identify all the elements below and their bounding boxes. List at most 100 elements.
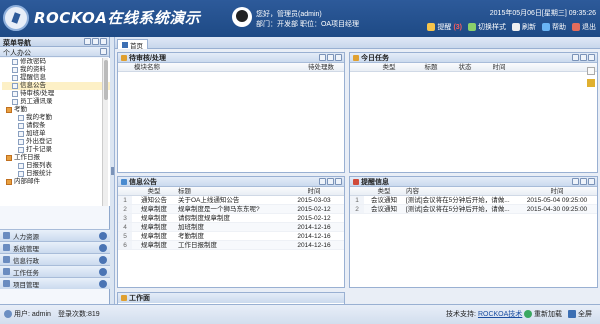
support-link[interactable]: ROCKOA技术 (478, 309, 522, 319)
panel-refresh-icon[interactable] (580, 54, 587, 61)
menu-item[interactable]: 修改密码 (2, 58, 110, 66)
table-row[interactable]: 5 规章制度 考勤制度 2014-12-16 (118, 232, 344, 241)
table-row[interactable]: 1 通知公告 关于OA上线通知公告 2015-03-03 (118, 196, 344, 205)
panel-up-icon[interactable] (572, 178, 579, 185)
page-icon (12, 99, 18, 105)
menu-item[interactable]: 日报列表 (2, 162, 110, 170)
tab-home[interactable]: 首页 (117, 39, 148, 50)
menu-item[interactable]: 我的资料 (2, 66, 110, 74)
toolbar-label: 切换样式 (478, 24, 506, 31)
table-cell: 2015-02-12 (297, 215, 331, 222)
table-cell: 规章制度 (141, 206, 167, 213)
col-time[interactable]: 时间 (284, 187, 344, 195)
expand-arrow-icon[interactable] (99, 256, 107, 264)
menu-item-label: 员工通讯录 (20, 98, 53, 105)
folder-icon (6, 179, 12, 185)
menu-item-label: 考勤 (14, 106, 27, 113)
table-row[interactable]: 4 规章制度 加班制度 2014-12-16 (118, 223, 344, 232)
menu-item[interactable]: 内部邮件 (2, 178, 110, 186)
panel-notices: 信息公告 类型 标题 时间 1 通知公告 关于OA上线通知公告 2015-03-03 2… (117, 176, 345, 288)
col-title[interactable]: 标题 (176, 187, 284, 195)
col-status[interactable]: 状态 (448, 63, 482, 71)
sidebar-group[interactable]: 系统管理 (0, 241, 110, 253)
menu-item[interactable]: 提醒信息 (2, 74, 110, 82)
expand-arrow-icon[interactable] (99, 280, 107, 288)
sidebar-group[interactable]: 人力资源 (0, 229, 110, 241)
refresh-icon[interactable] (92, 38, 99, 45)
menu-item[interactable]: 工作日报 (2, 154, 110, 162)
panel-up-icon[interactable] (319, 54, 326, 61)
sidebar-group[interactable]: 工作任务 (0, 265, 110, 277)
toolbar-icon (468, 23, 476, 31)
panel-refresh-icon[interactable] (580, 178, 587, 185)
col-type[interactable]: 类型 (364, 63, 414, 71)
col-time[interactable]: 时间 (482, 63, 516, 71)
panel-up-icon[interactable] (319, 178, 326, 185)
page-icon (12, 67, 18, 73)
sidebar-group[interactable]: 信息行政 (0, 253, 110, 265)
col-type[interactable]: 类型 (132, 187, 176, 195)
sidebar-group[interactable]: 项目管理 (0, 277, 110, 289)
menu-item[interactable]: 加班单 (2, 130, 110, 138)
collapse-handle-icon[interactable] (111, 167, 114, 175)
toolbar-button-0[interactable]: 提醒 (3) (427, 22, 462, 32)
collapse-icon[interactable] (84, 38, 91, 45)
task-list-icon[interactable] (587, 67, 595, 75)
panel-close-icon[interactable] (335, 54, 342, 61)
page-icon (12, 83, 18, 89)
datetime-display: 2015年05月06日[星期三] 09:35:26 (489, 10, 596, 17)
menu-item[interactable]: 待审核/处理 (2, 90, 110, 98)
expand-arrow-icon[interactable] (99, 244, 107, 252)
panel-refresh-icon[interactable] (327, 54, 334, 61)
table-cell: 2014-12-16 (297, 224, 331, 231)
toolbar-label: 刷新 (522, 24, 536, 31)
expand-icon[interactable] (100, 38, 107, 45)
menu-item[interactable]: 请假条 (2, 122, 110, 130)
table-row[interactable]: 2 会议通知 [测试]会议将在5分钟后开始，请做... 2015-04-30 09:2… (350, 205, 597, 214)
col-time[interactable]: 时间 (518, 187, 596, 195)
menu-item[interactable]: 员工通讯录 (2, 98, 110, 106)
menu-item[interactable]: 外出登记 (2, 138, 110, 146)
menu-item[interactable]: 我的考勤 (2, 114, 110, 122)
table-cell: 2014-12-16 (297, 233, 331, 240)
toolbar-button-1[interactable]: 切换样式 (468, 22, 506, 32)
menu-item[interactable]: 考勤 (2, 106, 110, 114)
fullscreen-button[interactable]: 全屏 (568, 309, 592, 319)
table-row[interactable]: 2 规章制度 规章制度是一个狮马东东呢? 2015-02-12 (118, 205, 344, 214)
menu-item-label: 日报统计 (26, 170, 52, 177)
tree-scrollbar[interactable] (102, 58, 108, 206)
menu-item[interactable]: 信息公告 (2, 82, 110, 90)
task-note-icon[interactable] (587, 79, 595, 87)
table-row[interactable]: 1 会议通知 [测试]会议将在5分钟后开始，请做... 2015-05-04 09:2… (350, 196, 597, 205)
user-avatar[interactable] (232, 7, 252, 27)
col-type[interactable]: 类型 (364, 187, 404, 195)
panel-up-icon[interactable] (572, 54, 579, 61)
table-row[interactable]: 3 规章制度 请假制度规章制度 2015-02-12 (118, 214, 344, 223)
col-content[interactable]: 内容 (404, 187, 518, 195)
expand-arrow-icon[interactable] (99, 268, 107, 276)
panel-close-icon[interactable] (335, 178, 342, 185)
toolbar-button-2[interactable]: 刷新 (512, 22, 536, 32)
toolbar-button-3[interactable]: 帮助 (542, 22, 566, 32)
table-cell: 考勤制度 (178, 233, 204, 240)
menu-item[interactable]: 打卡记录 (2, 146, 110, 154)
todo-header: 模块名称 待处理数 (118, 63, 344, 72)
group-personal-office[interactable]: 个人办公 (0, 47, 109, 57)
reload-button[interactable]: 重新加载 (524, 309, 562, 319)
user-greeting: 您好，管理员(admin) (256, 11, 322, 18)
panel-title: 工作面 (129, 295, 150, 302)
menu-item-label: 打卡记录 (26, 146, 52, 153)
panel-close-icon[interactable] (588, 178, 595, 185)
menu-item[interactable]: 日报统计 (2, 170, 110, 178)
col-title[interactable]: 标题 (414, 63, 448, 71)
toolbar-button-4[interactable]: 退出 (572, 22, 596, 32)
panel-refresh-icon[interactable] (327, 178, 334, 185)
col-pending-count[interactable]: 待处理数 (236, 63, 336, 71)
panel-close-icon[interactable] (588, 54, 595, 61)
expand-arrow-icon[interactable] (99, 232, 107, 240)
row-number: 4 (118, 223, 132, 231)
table-row[interactable]: 6 规章制度 工作日报制度 2014-12-16 (118, 241, 344, 250)
collapse-group-icon[interactable] (100, 48, 107, 55)
group-label: 项目管理 (13, 281, 39, 289)
col-module-name[interactable]: 模块名称 (132, 63, 236, 71)
